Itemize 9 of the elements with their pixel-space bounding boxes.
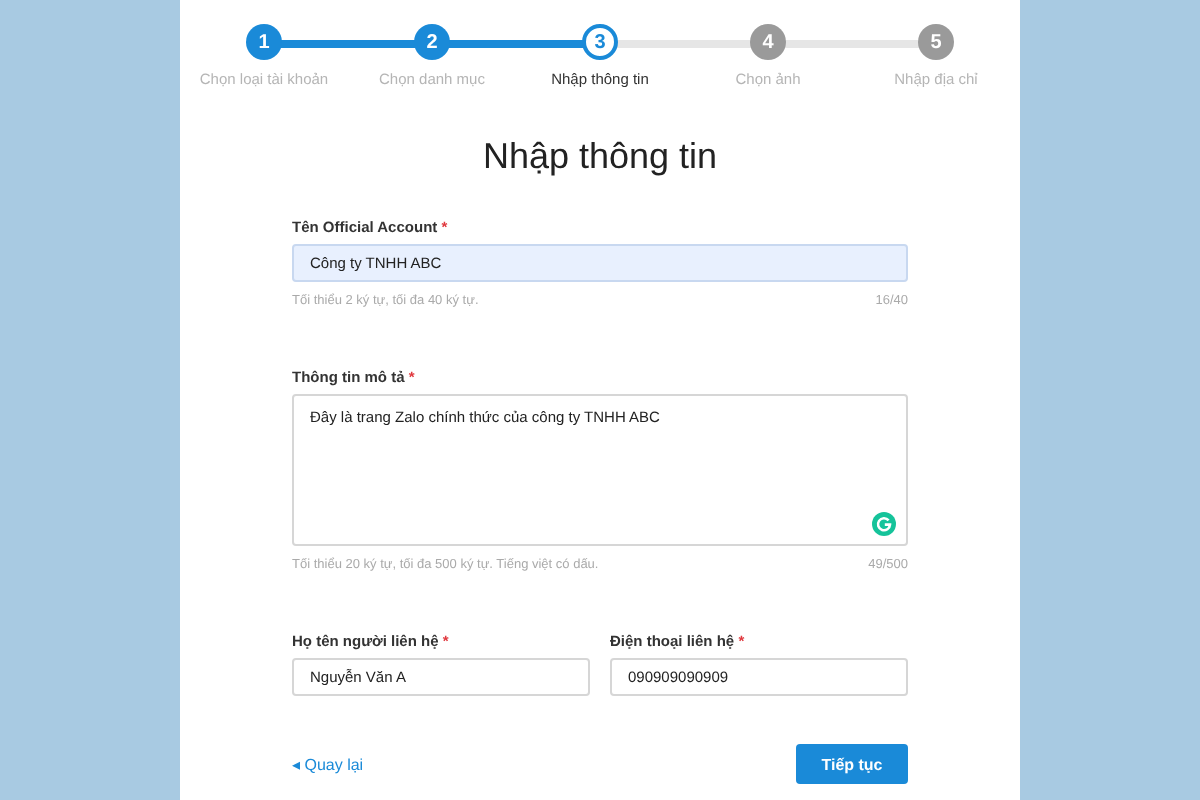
grammar-check-icon[interactable]: [872, 512, 896, 536]
step-number: 3: [582, 24, 618, 60]
step-number: 1: [246, 24, 282, 60]
continue-button[interactable]: Tiếp tục: [796, 744, 908, 784]
page-title: Nhập thông tin: [480, 136, 720, 178]
step-number: 5: [918, 24, 954, 60]
back-link[interactable]: ◂ Quay lại: [292, 755, 364, 773]
step-number: 4: [750, 24, 786, 60]
step-number: 2: [414, 24, 450, 60]
